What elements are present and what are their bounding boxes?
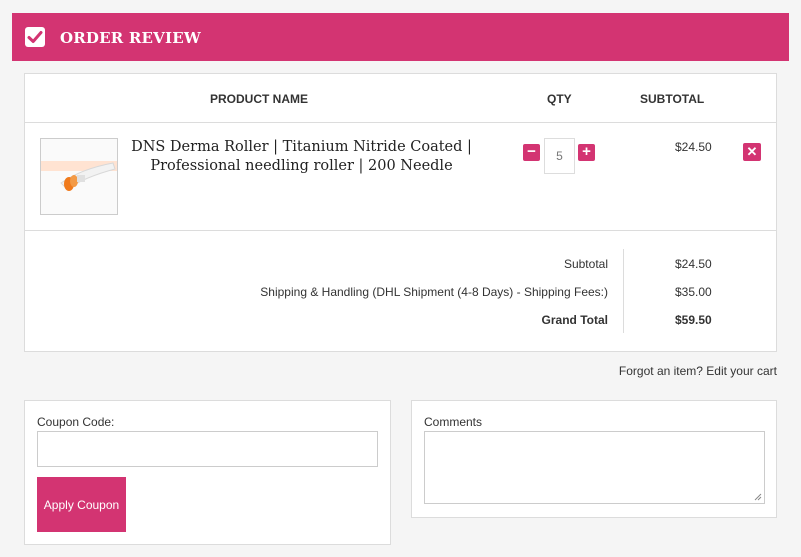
remove-item-button[interactable]: ✕ — [743, 143, 761, 161]
page-title: ORDER REVIEW — [60, 29, 201, 47]
checkbox-checked-icon — [25, 27, 45, 47]
coupon-input[interactable] — [37, 431, 378, 467]
grand-total-label: Grand Total — [541, 313, 608, 327]
grand-total-value: $59.50 — [675, 313, 712, 327]
order-review-header: ORDER REVIEW — [12, 13, 789, 61]
comments-panel: Comments — [411, 400, 777, 518]
line-subtotal: $24.50 — [675, 140, 712, 154]
comments-label: Comments — [424, 415, 483, 429]
order-table: PRODUCT NAME QTY SUBTOTAL DNS Derma Roll… — [24, 73, 777, 352]
product-name[interactable]: DNS Derma Roller | Titanium Nitride Coat… — [129, 138, 474, 176]
coupon-panel: Coupon Code: Apply Coupon — [24, 400, 391, 545]
resize-grip-icon[interactable] — [754, 493, 762, 501]
shipping-label: Shipping & Handling (DHL Shipment (4-8 D… — [260, 285, 608, 299]
column-header-qty: QTY — [547, 92, 572, 106]
edit-cart-link[interactable]: Forgot an item? Edit your cart — [619, 364, 777, 378]
comments-textarea[interactable] — [424, 431, 765, 504]
apply-coupon-button[interactable]: Apply Coupon — [37, 477, 126, 532]
divider — [25, 122, 776, 123]
divider — [25, 230, 776, 231]
product-thumbnail[interactable] — [40, 138, 118, 215]
quantity-input[interactable]: 5 — [544, 138, 575, 174]
subtotal-value: $24.50 — [675, 257, 712, 271]
subtotal-label: Subtotal — [563, 257, 608, 271]
qty-increase-button[interactable]: + — [578, 144, 595, 161]
shipping-value: $35.00 — [675, 285, 712, 299]
qty-decrease-button[interactable]: − — [523, 144, 540, 161]
coupon-label: Coupon Code: — [37, 415, 115, 429]
column-header-product: PRODUCT NAME — [210, 92, 308, 106]
totals-divider — [623, 249, 624, 333]
column-header-subtotal: SUBTOTAL — [640, 92, 705, 106]
